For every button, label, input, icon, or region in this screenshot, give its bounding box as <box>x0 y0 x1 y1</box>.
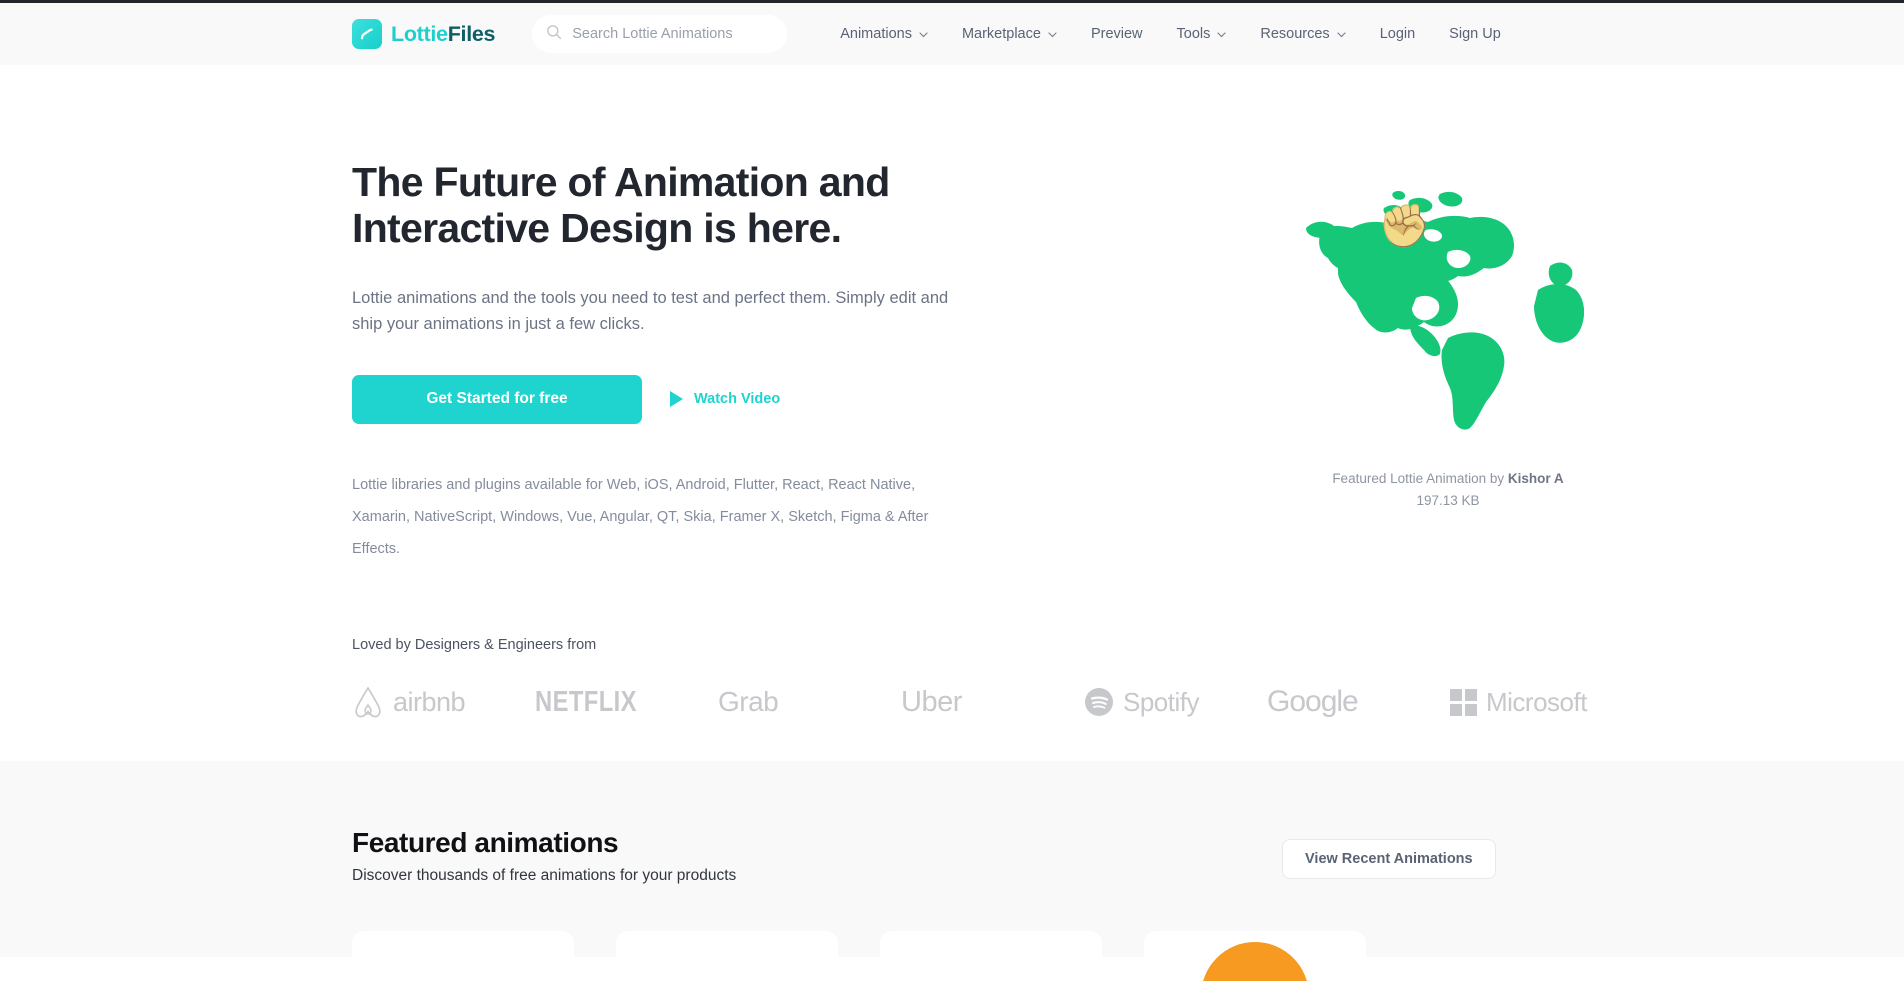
logo-label: airbnb <box>393 686 466 717</box>
logo-microsoft: Microsoft <box>1450 679 1633 725</box>
logo-label: Google <box>1267 685 1359 719</box>
main-navigation: Animations Marketplace Preview Tools Res… <box>823 20 1518 48</box>
logo-airbnb: airbnb <box>352 679 535 725</box>
logo-label: NETFLIX <box>535 685 637 718</box>
nav-label: Animations <box>840 26 912 42</box>
logo-label: Microsoft <box>1486 686 1587 717</box>
animation-file-size: 197.13 KB <box>1416 492 1480 508</box>
animation-cards-row <box>352 931 1366 981</box>
lottie-logo-icon <box>352 19 382 49</box>
hero-illustration: ✊ Featured Lottie Animation by Kishor A … <box>992 160 1904 565</box>
social-proof-section: Loved by Designers & Engineers from airb… <box>0 565 1904 725</box>
microsoft-squares-icon <box>1450 688 1477 716</box>
watch-video-link[interactable]: Watch Video <box>670 391 781 408</box>
brand-logo[interactable]: LottieFiles <box>352 19 496 49</box>
raised-fist-icon: ✊ <box>1378 202 1431 249</box>
animation-credit-line: Featured Lottie Animation by Kishor A <box>1332 468 1563 490</box>
watch-video-label: Watch Video <box>694 391 781 408</box>
sun-arc-icon <box>1201 942 1309 981</box>
nav-item-animations[interactable]: Animations <box>823 20 945 48</box>
view-recent-animations-button[interactable]: View Recent Animations <box>1282 839 1496 880</box>
animation-credit: Featured Lottie Animation by Kishor A 19… <box>1332 468 1563 511</box>
hero-subtitle: Lottie animations and the tools you need… <box>352 288 949 333</box>
featured-heading-group: Featured animations Discover thousands o… <box>352 827 1282 885</box>
logo-uber: Uber <box>901 679 1084 725</box>
logo-label: Uber <box>901 685 962 718</box>
brand-wordmark: LottieFiles <box>391 21 496 47</box>
search-input[interactable] <box>572 26 774 42</box>
animation-card[interactable] <box>616 931 838 981</box>
brand-text-files: Files <box>447 21 496 46</box>
chevron-down-icon <box>919 26 928 42</box>
world-map-animation[interactable]: ✊ <box>1298 170 1598 440</box>
nav-item-preview[interactable]: Preview <box>1074 20 1160 48</box>
animation-card[interactable] <box>880 931 1102 981</box>
chevron-down-icon <box>1337 26 1346 42</box>
animation-card[interactable] <box>352 931 574 981</box>
page-title: The Future of Animation and Interactive … <box>352 159 890 251</box>
credit-prefix: Featured Lottie Animation by <box>1332 471 1508 486</box>
section-title: Featured animations <box>352 827 619 859</box>
nav-item-marketplace[interactable]: Marketplace <box>945 20 1074 48</box>
nav-label: Tools <box>1176 26 1211 42</box>
logo-netflix: NETFLIX <box>535 679 718 725</box>
logo-label: Spotify <box>1123 686 1200 717</box>
search-bar[interactable] <box>532 15 788 53</box>
get-started-button[interactable]: Get Started for free <box>352 374 642 424</box>
chevron-down-icon <box>1048 26 1057 42</box>
featured-header: Featured animations Discover thousands o… <box>352 827 1904 885</box>
nav-label: Login <box>1379 26 1416 42</box>
nav-label: Marketplace <box>961 26 1041 42</box>
nav-label: Sign Up <box>1449 26 1501 42</box>
hero-section: The Future of Animation and Interactive … <box>0 65 1904 565</box>
hero-copy: The Future of Animation and Interactive … <box>352 159 992 565</box>
play-icon <box>670 391 683 408</box>
brand-text-lottie: Lottie <box>391 21 448 46</box>
logo-spotify: Spotify <box>1084 679 1267 725</box>
logo-grab: Grab <box>718 679 901 725</box>
nav-label: Preview <box>1090 26 1143 42</box>
nav-item-login[interactable]: Login <box>1363 20 1432 48</box>
supported-libraries-text: Lottie libraries and plugins available f… <box>352 476 929 557</box>
hero-actions: Get Started for free Watch Video <box>352 374 992 424</box>
nav-label: Resources <box>1260 26 1330 42</box>
nav-item-tools[interactable]: Tools <box>1160 20 1244 48</box>
site-header: LottieFiles Animations Marketplace Previ… <box>0 3 1904 65</box>
logo-google: Google <box>1267 679 1450 725</box>
credit-author: Kishor A <box>1507 471 1564 486</box>
nav-item-resources[interactable]: Resources <box>1243 20 1362 48</box>
company-logos: airbnb NETFLIX Grab Uber Spotify Google … <box>352 679 1904 725</box>
chevron-down-icon <box>1217 26 1226 42</box>
section-subtitle: Discover thousands of free animations fo… <box>352 867 737 885</box>
featured-animations-section: Featured animations Discover thousands o… <box>0 761 1904 981</box>
animation-card[interactable] <box>1144 931 1366 981</box>
social-proof-title: Loved by Designers & Engineers from <box>352 637 597 654</box>
search-icon <box>546 24 562 45</box>
nav-item-signup[interactable]: Sign Up <box>1432 20 1518 48</box>
logo-label: Grab <box>718 686 779 718</box>
